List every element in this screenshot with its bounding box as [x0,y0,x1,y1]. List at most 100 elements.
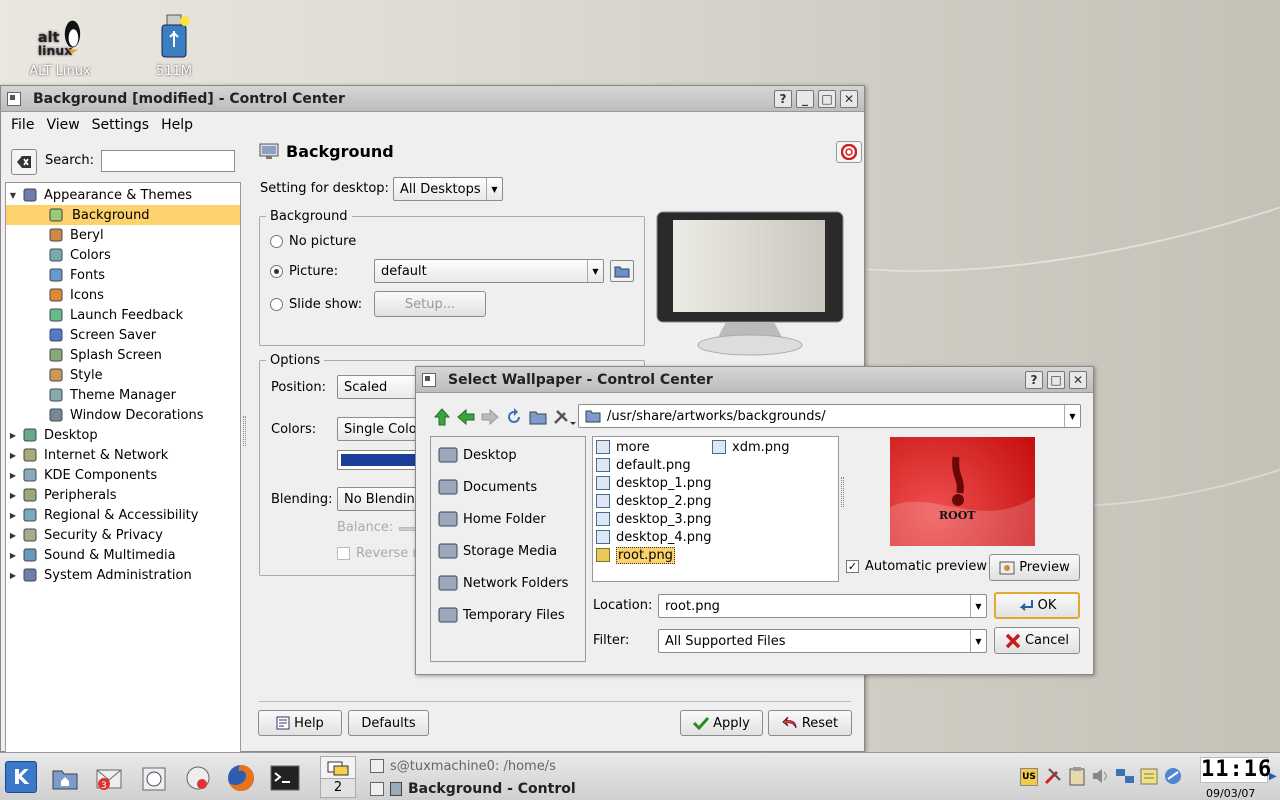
tree-item[interactable]: ▶ Peripherals [6,485,240,505]
window-menu-icon[interactable] [7,91,21,106]
network-tray-icon[interactable] [1114,764,1136,788]
picture-select[interactable]: default ▼ [374,259,604,283]
clipboard-icon[interactable] [1066,764,1088,788]
clock-app-icon[interactable] [139,763,169,793]
splitter-handle[interactable] [841,477,844,507]
place-item[interactable]: Desktop [431,439,585,471]
file-item[interactable]: desktop_2.png [596,492,712,510]
cancel-button[interactable]: Cancel [994,627,1080,654]
expand-icon[interactable]: ▶ [6,431,20,440]
automatic-preview-checkbox[interactable]: ✓ Automatic preview [846,559,987,574]
expand-icon[interactable]: ▶ [6,471,20,480]
network-monitor-icon[interactable] [183,763,213,793]
tree-item[interactable]: Style [6,365,240,385]
dialog-titlebar[interactable]: Select Wallpaper - Control Center ? □ ✕ [416,367,1093,393]
desktop-pager[interactable]: 2 [320,756,356,798]
desktop-icon-alt-linux[interactable]: alt linux ALT Linux [10,12,110,79]
task-control-center[interactable]: Background - Control [370,779,585,799]
picture-radio[interactable]: Picture: [270,264,338,279]
tree-item[interactable]: Beryl [6,225,240,245]
kde-menu-icon[interactable]: K [5,761,37,793]
firefox-icon[interactable] [226,763,256,793]
tree-item[interactable]: Window Decorations [6,405,240,425]
notes-icon[interactable] [1138,764,1160,788]
tree-item[interactable]: ▶ Sound & Multimedia [6,545,240,565]
expand-icon[interactable]: ▶ [6,491,20,500]
expand-icon[interactable]: ▶ [6,451,20,460]
tree-item[interactable]: ▶ Security & Privacy [6,525,240,545]
tree-item[interactable]: Splash Screen [6,345,240,365]
defaults-button[interactable]: Defaults [348,710,429,736]
expand-icon[interactable]: ▶ [6,511,20,520]
home-folder-icon[interactable] [50,763,80,793]
terminal-icon[interactable] [270,763,300,793]
reset-button[interactable]: Reset [768,710,852,736]
keyboard-layout-indicator[interactable]: US [1020,768,1038,786]
path-combo[interactable]: /usr/share/artworks/backgrounds/ ▼ [578,404,1081,428]
expand-icon[interactable]: ▶ [6,531,20,540]
search-input[interactable] [101,150,235,172]
tree-item[interactable]: ▶ System Administration [6,565,240,585]
menu-settings[interactable]: Settings [86,117,155,133]
control-center-titlebar[interactable]: Background [modified] - Control Center ?… [1,86,864,112]
minimize-button[interactable]: _ [796,89,814,108]
kopete-icon[interactable] [1162,764,1184,788]
tree-item[interactable]: ▶ Regional & Accessibility [6,505,240,525]
place-item[interactable]: Temporary Files [431,599,585,631]
whats-this-button[interactable] [836,141,862,163]
no-picture-radio[interactable]: No picture [270,234,356,249]
task-terminal[interactable]: s@tuxmachine0: /home/s [370,756,585,776]
preview-button[interactable]: Preview [989,554,1080,581]
clock-time[interactable]: 11:16 [1200,757,1271,783]
filter-combo[interactable]: All Supported Files ▼ [658,629,987,653]
maximize-button[interactable]: □ [818,89,836,108]
file-item[interactable]: desktop_3.png [596,510,712,528]
file-item[interactable]: root.png [596,546,675,564]
place-item[interactable]: Home Folder [431,503,585,535]
file-item[interactable]: more [596,438,650,456]
splitter-handle[interactable] [243,416,246,446]
tree-item[interactable]: ▶ Internet & Network [6,445,240,465]
file-item[interactable]: desktop_1.png [596,474,712,492]
reverse-checkbox[interactable]: Reverse r [337,546,418,561]
file-item[interactable]: xdm.png [712,438,789,456]
tree-item[interactable]: Fonts [6,265,240,285]
apply-button[interactable]: Apply [680,710,763,736]
menu-help[interactable]: Help [155,117,199,133]
place-item[interactable]: Documents [431,471,585,503]
help-title-button[interactable]: ? [1025,370,1043,389]
file-item[interactable]: desktop_4.png [596,528,712,546]
tree-item[interactable]: Screen Saver [6,325,240,345]
collapse-icon[interactable]: ▼ [6,191,20,200]
back-icon[interactable] [456,407,476,431]
close-button[interactable]: ✕ [840,89,858,108]
tree-item[interactable]: Icons [6,285,240,305]
up-folder-icon[interactable] [432,407,452,431]
tree-item[interactable]: ▶ KDE Components [6,465,240,485]
tray-expand-arrow[interactable]: ▶ [1269,771,1277,782]
setup-button[interactable]: Setup... [374,291,486,317]
desktop-icon-usb[interactable]: 511M [124,12,224,79]
window-menu-icon[interactable] [422,372,436,387]
clear-search-button[interactable] [11,149,37,175]
desktop-select[interactable]: All Desktops ▼ [393,177,503,201]
reload-icon[interactable] [504,407,524,431]
forward-icon[interactable] [480,407,500,431]
tree-item[interactable]: Colors [6,245,240,265]
menu-file[interactable]: File [5,117,40,133]
maximize-button[interactable]: □ [1047,370,1065,389]
tools-tray-icon[interactable] [1042,764,1064,788]
menu-view[interactable]: View [40,117,85,133]
tools-icon[interactable] [552,407,576,431]
file-item[interactable]: default.png [596,456,691,474]
location-combo[interactable]: root.png ▼ [658,594,987,618]
help-title-button[interactable]: ? [774,89,792,108]
close-button[interactable]: ✕ [1069,370,1087,389]
place-item[interactable]: Network Folders [431,567,585,599]
expand-icon[interactable]: ▶ [6,571,20,580]
place-item[interactable]: Storage Media [431,535,585,567]
browse-picture-button[interactable] [610,260,634,282]
slide-show-radio[interactable]: Slide show: [270,297,362,312]
tree-item[interactable]: Launch Feedback [6,305,240,325]
tree-item[interactable]: Background [6,205,240,225]
